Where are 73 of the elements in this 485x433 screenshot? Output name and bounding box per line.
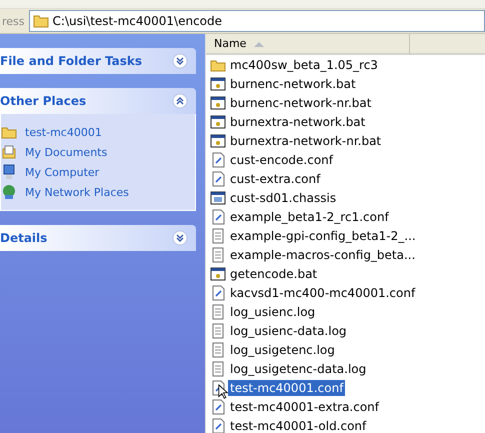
place-link[interactable]: My Computer <box>1 162 195 182</box>
file-row[interactable]: log_usigetenc-data.log <box>206 359 485 378</box>
address-field[interactable]: C:\usi\test-mc40001\encode <box>28 10 485 32</box>
file-row[interactable]: log_usienc.log <box>206 302 485 321</box>
file-name[interactable]: cust-encode.conf <box>228 152 336 168</box>
text-file-icon <box>210 228 226 244</box>
file-row[interactable]: example-gpi-config_beta1-2_... <box>206 226 485 245</box>
file-row[interactable]: cust-extra.conf <box>206 169 485 188</box>
batch-file-icon <box>210 94 226 110</box>
file-row[interactable]: test-mc40001-extra.conf <box>206 397 485 416</box>
file-row[interactable]: example-macros-config_beta... <box>206 245 485 264</box>
file-row[interactable]: log_usienc-data.log <box>206 321 485 340</box>
text-file-icon <box>210 322 226 338</box>
file-row[interactable]: getencode.bat <box>206 264 485 283</box>
file-row[interactable]: test-mc40001-old.conf <box>206 416 485 433</box>
file-name[interactable]: log_usienc.log <box>228 304 318 320</box>
batch-file-icon <box>210 76 226 92</box>
text-file-icon <box>210 246 226 262</box>
batch-file-icon <box>210 266 226 282</box>
place-link[interactable]: My Network Places <box>1 182 195 202</box>
file-name[interactable]: example_beta1-2_rc1.conf <box>228 208 391 224</box>
config-file-icon <box>210 170 226 186</box>
config-file-icon <box>210 152 226 168</box>
text-file-icon <box>210 304 226 320</box>
file-row[interactable]: mc400sw_beta_1.05_rc3 <box>206 55 485 74</box>
column-header[interactable]: Name <box>206 34 410 55</box>
expand-icon[interactable] <box>172 230 188 246</box>
file-name[interactable]: cust-extra.conf <box>228 170 322 186</box>
place-link[interactable]: test-mc40001 <box>1 122 195 142</box>
config-file-icon <box>210 208 226 224</box>
folder-icon <box>32 14 49 28</box>
file-name[interactable]: example-macros-config_beta... <box>228 246 418 262</box>
file-row[interactable]: burnenc-network-nr.bat <box>206 93 485 112</box>
file-row[interactable]: example_beta1-2_rc1.conf <box>206 207 485 226</box>
window-file-icon <box>210 190 226 206</box>
network-icon <box>1 184 17 200</box>
file-row[interactable]: kacvsd1-mc400-mc40001.conf <box>206 283 485 302</box>
batch-file-icon <box>210 132 226 148</box>
config-file-icon <box>210 284 226 300</box>
file-name[interactable]: cust-sd01.chassis <box>228 190 338 206</box>
expand-icon[interactable] <box>172 53 188 69</box>
file-name[interactable]: burnextra-network.bat <box>228 114 368 130</box>
file-row[interactable]: log_usigetenc.log <box>206 340 485 359</box>
file-name[interactable]: burnenc-network-nr.bat <box>228 94 374 110</box>
batch-file-icon <box>210 114 226 130</box>
computer-icon <box>1 164 17 180</box>
text-file-icon <box>210 360 226 376</box>
file-name[interactable]: example-gpi-config_beta1-2_... <box>228 228 418 244</box>
file-row[interactable]: burnenc-network.bat <box>206 74 485 93</box>
file-name[interactable]: kacvsd1-mc400-mc40001.conf <box>228 284 418 300</box>
task-group-header[interactable]: File and Folder Tasks <box>0 48 196 74</box>
file-name[interactable]: test-mc40001-old.conf <box>228 418 368 433</box>
file-name[interactable]: log_usigetenc-data.log <box>228 360 368 376</box>
task-group-header[interactable]: Details <box>0 225 196 251</box>
task-group-header[interactable]: Other Places <box>0 88 196 114</box>
file-row[interactable]: test-mc40001.conf <box>206 378 485 397</box>
file-name[interactable]: log_usienc-data.log <box>228 322 349 338</box>
collapse-icon[interactable] <box>172 93 188 109</box>
file-name[interactable]: log_usigetenc.log <box>228 342 337 358</box>
config-file-icon <box>210 398 226 414</box>
file-name[interactable]: getencode.bat <box>228 266 320 282</box>
address-label: ress <box>1 14 26 28</box>
file-name[interactable]: test-mc40001.conf <box>228 380 346 396</box>
file-row[interactable]: cust-sd01.chassis <box>206 188 485 207</box>
file-row[interactable]: burnextra-network-nr.bat <box>206 131 485 150</box>
text-file-icon <box>210 342 226 358</box>
file-row[interactable]: burnextra-network.bat <box>206 112 485 131</box>
file-name[interactable]: burnextra-network-nr.bat <box>228 132 384 148</box>
file-name[interactable]: test-mc40001-extra.conf <box>228 398 382 414</box>
file-name[interactable]: burnenc-network.bat <box>228 76 358 92</box>
file-row[interactable]: cust-encode.conf <box>206 150 485 169</box>
file-name[interactable]: mc400sw_beta_1.05_rc3 <box>228 56 380 72</box>
place-link[interactable]: My Documents <box>1 142 195 162</box>
